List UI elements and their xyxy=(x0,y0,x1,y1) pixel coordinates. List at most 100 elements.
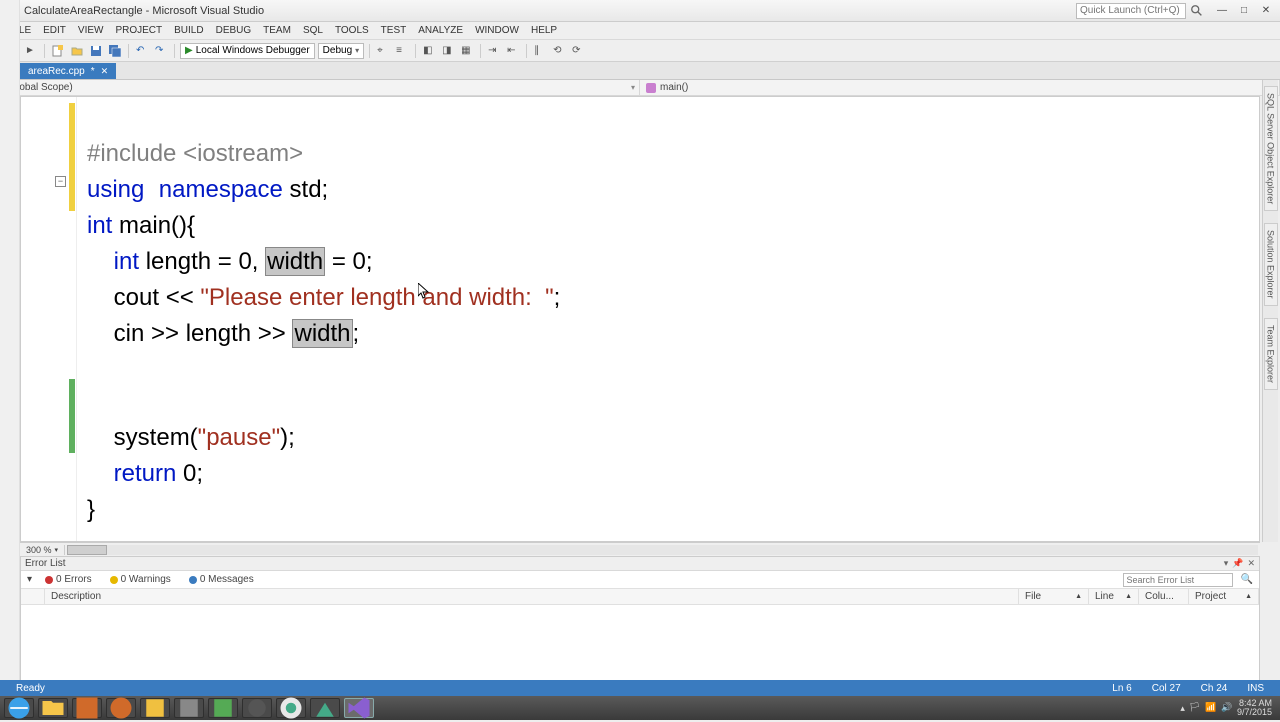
panel-dropdown-icon[interactable]: ▾ xyxy=(1224,558,1229,569)
toolbar-button-b[interactable]: ≡ xyxy=(394,43,410,59)
tab-close-icon[interactable]: ✕ xyxy=(101,66,109,77)
solution-explorer-tab[interactable]: Solution Explorer xyxy=(1264,223,1278,306)
panel-close-icon[interactable]: ✕ xyxy=(1247,558,1255,569)
taskbar-explorer-icon[interactable] xyxy=(38,698,68,718)
code-text: cin >> length >> xyxy=(114,320,293,347)
taskbar-app2-icon[interactable] xyxy=(106,698,136,718)
close-button[interactable]: ✕ xyxy=(1256,3,1276,19)
tray-chevron-icon[interactable]: ▴ xyxy=(1180,703,1185,714)
quick-launch-input[interactable] xyxy=(1076,3,1186,19)
tray-flag-icon[interactable]: 🏳 xyxy=(1189,702,1201,714)
error-list-columns: Description File▲ Line▲ Colu... Project▲ xyxy=(21,589,1259,605)
taskbar-vs-icon[interactable] xyxy=(344,698,374,718)
menu-edit[interactable]: EDIT xyxy=(37,25,72,36)
code-text: #include xyxy=(87,140,183,167)
system-tray[interactable]: ▴ 🏳 📶 🔊 8:42 AM 9/7/2015 xyxy=(1180,699,1276,717)
document-tabstrip: areaRec.cpp * ✕ xyxy=(0,62,1280,80)
taskbar-ie-icon[interactable] xyxy=(4,698,34,718)
editor-gutter xyxy=(21,97,77,541)
menu-debug[interactable]: DEBUG xyxy=(210,25,258,36)
tray-volume-icon[interactable]: 🔊 xyxy=(1221,702,1233,714)
start-debugging-button[interactable]: ▶ Local Windows Debugger xyxy=(180,43,315,59)
tray-clock[interactable]: 8:42 AM 9/7/2015 xyxy=(1237,699,1272,717)
code-text: main(){ xyxy=(112,212,195,239)
error-list-panel: Error List ▾ 📌 ✕ ▾ 0 Errors 0 Warnings 0… xyxy=(20,556,1260,690)
panel-pin-icon[interactable]: 📌 xyxy=(1232,558,1243,569)
play-icon: ▶ xyxy=(185,45,193,56)
save-button[interactable] xyxy=(88,43,104,59)
menu-view[interactable]: VIEW xyxy=(72,25,110,36)
save-all-button[interactable] xyxy=(107,43,123,59)
menu-analyze[interactable]: ANALYZE xyxy=(412,25,469,36)
filter-messages[interactable]: 0 Messages xyxy=(184,573,259,586)
maximize-button[interactable]: □ xyxy=(1234,3,1254,19)
scope-combo[interactable]: (Global Scope) xyxy=(0,80,640,95)
minimize-button[interactable]: — xyxy=(1212,3,1232,19)
titlebar: CalculateAreaRectangle - Microsoft Visua… xyxy=(0,0,1280,22)
toolbar-button-e[interactable]: ▦ xyxy=(459,43,475,59)
status-line: Ln 6 xyxy=(1102,683,1141,694)
code-text: int xyxy=(114,248,139,275)
new-project-button[interactable] xyxy=(50,43,66,59)
toolbar-button-h[interactable]: ∥ xyxy=(532,43,548,59)
menu-project[interactable]: PROJECT xyxy=(109,25,168,36)
toolbar-button-i[interactable]: ⟲ xyxy=(551,43,567,59)
taskbar-app3-icon[interactable] xyxy=(140,698,170,718)
menu-build[interactable]: BUILD xyxy=(168,25,209,36)
code-text: namespace xyxy=(159,176,283,203)
highlighted-symbol: width xyxy=(265,247,325,276)
menu-team[interactable]: TEAM xyxy=(257,25,297,36)
col-description[interactable]: Description xyxy=(45,589,1019,604)
zoom-combo[interactable]: 300 % xyxy=(20,545,65,555)
search-icon[interactable]: 🔍 xyxy=(1241,574,1253,585)
col-file[interactable]: File▲ xyxy=(1019,589,1089,604)
menu-window[interactable]: WINDOW xyxy=(469,25,525,36)
undo-button[interactable]: ↶ xyxy=(134,43,150,59)
search-icon[interactable] xyxy=(1190,4,1204,18)
col-icon[interactable] xyxy=(21,589,45,604)
taskbar-app6-icon[interactable] xyxy=(242,698,272,718)
error-list-search-input[interactable] xyxy=(1123,573,1233,587)
team-explorer-tab[interactable]: Team Explorer xyxy=(1264,318,1278,390)
code-text: ; xyxy=(554,284,561,311)
filter-errors[interactable]: 0 Errors xyxy=(40,573,97,586)
col-line[interactable]: Line▲ xyxy=(1089,589,1139,604)
tray-network-icon[interactable]: 📶 xyxy=(1205,702,1217,714)
sql-server-explorer-tab[interactable]: SQL Server Object Explorer xyxy=(1264,86,1278,211)
member-combo[interactable]: main() xyxy=(640,80,1280,95)
tab-arearec-cpp[interactable]: areaRec.cpp * ✕ xyxy=(20,63,116,79)
redo-button[interactable]: ↷ xyxy=(153,43,169,59)
taskbar-app1-icon[interactable] xyxy=(72,698,102,718)
nav-fwd-button[interactable]: ► xyxy=(23,43,39,59)
fold-toggle-icon[interactable]: − xyxy=(55,176,66,187)
config-combo[interactable]: Debug xyxy=(318,43,364,59)
horizontal-scrollbar[interactable] xyxy=(67,545,1258,555)
toolbar-button-g[interactable]: ⇤ xyxy=(505,43,521,59)
menu-help[interactable]: HELP xyxy=(525,25,563,36)
scrollbar-thumb[interactable] xyxy=(67,545,107,555)
left-tool-rail[interactable] xyxy=(0,0,20,720)
toolbar-button-j[interactable]: ⟳ xyxy=(570,43,586,59)
windows-taskbar: ▴ 🏳 📶 🔊 8:42 AM 9/7/2015 xyxy=(0,696,1280,720)
menu-tools[interactable]: TOOLS xyxy=(329,25,375,36)
taskbar-app4-icon[interactable] xyxy=(174,698,204,718)
debugger-target-label: Local Windows Debugger xyxy=(196,45,310,56)
menu-sql[interactable]: SQL xyxy=(297,25,329,36)
open-button[interactable] xyxy=(69,43,85,59)
toolbar-button-a[interactable]: ⌖ xyxy=(375,43,391,59)
taskbar-app7-icon[interactable] xyxy=(310,698,340,718)
taskbar-app5-icon[interactable] xyxy=(208,698,238,718)
toolbar-button-c[interactable]: ◧ xyxy=(421,43,437,59)
menu-test[interactable]: TEST xyxy=(375,25,413,36)
filter-dropdown-icon[interactable]: ▾ xyxy=(27,574,32,585)
code-editor[interactable]: −#include <iostream> using namespace std… xyxy=(20,96,1260,542)
toolbar-button-f[interactable]: ⇥ xyxy=(486,43,502,59)
taskbar-chrome-icon[interactable] xyxy=(276,698,306,718)
col-project[interactable]: Project▲ xyxy=(1189,589,1259,604)
error-list-titlebar[interactable]: Error List ▾ 📌 ✕ xyxy=(21,557,1259,571)
filter-warnings[interactable]: 0 Warnings xyxy=(105,573,176,586)
code-area[interactable]: −#include <iostream> using namespace std… xyxy=(77,97,1259,541)
col-column[interactable]: Colu... xyxy=(1139,589,1189,604)
member-label: main() xyxy=(660,82,688,93)
toolbar-button-d[interactable]: ◨ xyxy=(440,43,456,59)
